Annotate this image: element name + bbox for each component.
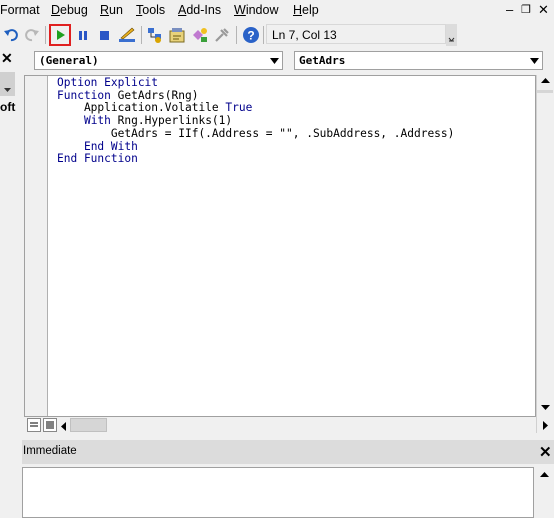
immediate-title: Immediate (23, 445, 77, 457)
toolbar-options-button[interactable] (446, 24, 457, 46)
project-explorer-button[interactable] (145, 25, 165, 45)
project-explorer-icon (148, 28, 161, 43)
immediate-window: Immediate ✕ (22, 440, 554, 518)
design-mode-icon (119, 27, 135, 42)
chevron-down-icon (448, 37, 455, 42)
pause-icon (79, 31, 87, 40)
margin-indicator-bar[interactable] (25, 76, 48, 416)
code-line[interactable]: End Function (57, 152, 454, 166)
procedure-dropdown-value: GetAdrs (299, 54, 346, 67)
reset-button[interactable] (94, 25, 114, 45)
minimize-icon[interactable]: – (506, 2, 513, 17)
left-dock-panel: ✕ oft (0, 48, 18, 438)
stop-icon (100, 31, 109, 40)
menu-item[interactable]: Window (234, 3, 278, 17)
object-browser-icon (193, 28, 207, 42)
scroll-right-icon[interactable] (537, 417, 554, 433)
immediate-close-icon[interactable]: ✕ (539, 443, 552, 461)
menu-item[interactable]: Format (0, 3, 40, 17)
scroll-up-icon[interactable] (537, 75, 554, 86)
play-icon (57, 30, 65, 40)
scroll-up-icon[interactable] (536, 470, 553, 479)
immediate-input[interactable] (22, 467, 534, 518)
toolbar-separator (236, 26, 237, 44)
full-module-view-icon[interactable] (43, 418, 57, 432)
properties-window-button[interactable] (167, 25, 187, 45)
undo-icon[interactable] (1, 25, 21, 45)
panel-scroll-segment[interactable] (0, 72, 15, 96)
panel-partial-label: oft (0, 100, 16, 114)
properties-icon (169, 28, 185, 43)
menu-item[interactable]: Run (100, 3, 123, 17)
standard-toolbar: ? Ln 7, Col 13 (0, 22, 554, 48)
scroll-thumb[interactable] (537, 90, 553, 93)
scroll-left-icon[interactable] (61, 420, 66, 434)
redo-icon[interactable] (22, 25, 42, 45)
horizontal-scrollbar[interactable] (24, 417, 536, 434)
chevron-down-icon (4, 88, 11, 92)
run-button[interactable] (49, 24, 71, 46)
close-icon[interactable]: ✕ (538, 2, 549, 18)
chevron-down-icon[interactable] (526, 52, 542, 69)
toolbar-separator (45, 26, 46, 44)
help-button[interactable]: ? (241, 25, 261, 45)
vertical-scrollbar[interactable] (536, 75, 554, 433)
svg-text:?: ? (247, 29, 254, 43)
immediate-vertical-scrollbar[interactable] (536, 467, 553, 518)
menu-item[interactable]: Tools (136, 3, 165, 17)
panel-close-icon[interactable]: ✕ (1, 50, 13, 67)
restore-icon[interactable]: ❐ (521, 3, 531, 16)
code-text[interactable]: Option Explicit Function GetAdrs(Rng) App… (57, 76, 454, 166)
menu-bar: Format Debug Run Tools Add-Ins Window Help – ❐… (0, 0, 554, 22)
menu-item[interactable]: Add-Ins (178, 3, 221, 17)
toolbar-separator (263, 26, 264, 44)
procedure-dropdown[interactable]: GetAdrs (294, 51, 543, 70)
scroll-down-icon[interactable] (537, 402, 554, 413)
procedure-view-icon[interactable] (27, 418, 41, 432)
cursor-position-display: Ln 7, Col 13 (266, 24, 446, 44)
object-dropdown[interactable]: (General) (34, 51, 283, 70)
object-dropdown-value: (General) (39, 54, 99, 67)
toolbox-button[interactable] (212, 25, 232, 45)
hscroll-thumb[interactable] (70, 418, 107, 432)
object-browser-button[interactable] (190, 25, 210, 45)
immediate-title-bar: Immediate ✕ (22, 440, 554, 464)
code-editor[interactable]: Option Explicit Function GetAdrs(Rng) App… (24, 75, 536, 417)
menu-item[interactable]: Debug (51, 3, 88, 17)
design-mode-button[interactable] (117, 25, 137, 45)
help-icon: ? (243, 27, 259, 43)
toolbar-separator (141, 26, 142, 44)
menu-item[interactable]: Help (293, 3, 319, 17)
toolbox-icon (215, 28, 229, 42)
code-window: (General) GetAdrs Option Explicit Functio… (22, 48, 554, 438)
break-button[interactable] (73, 25, 93, 45)
chevron-down-icon[interactable] (266, 52, 282, 69)
